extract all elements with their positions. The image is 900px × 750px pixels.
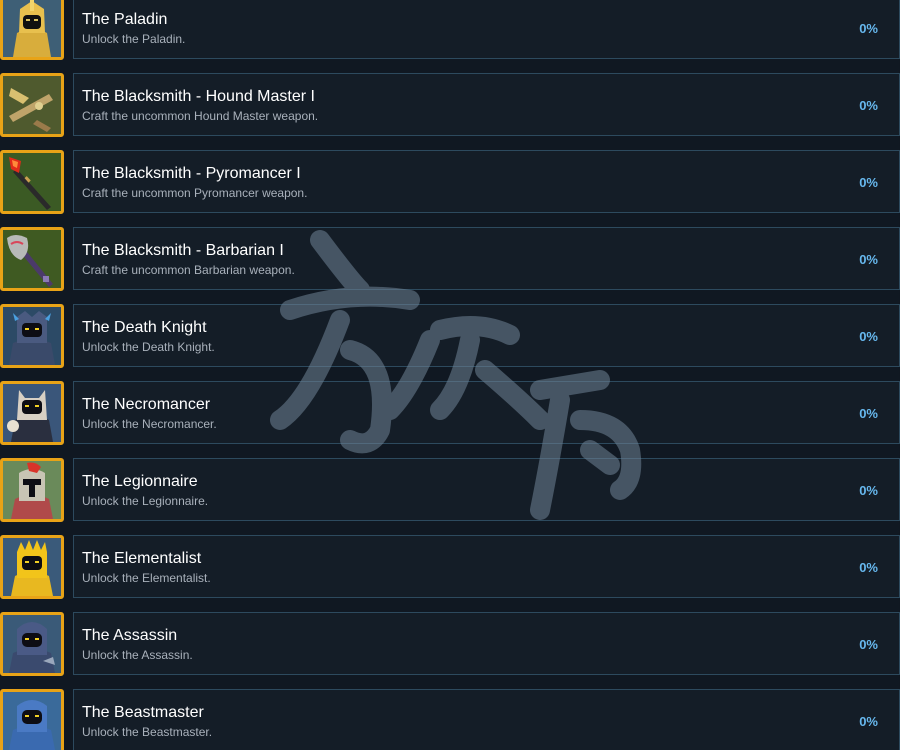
achievement-list: The Paladin Unlock the Paladin. 0% The B… xyxy=(0,0,900,750)
achievement-title: The Blacksmith - Barbarian I xyxy=(82,242,284,259)
unlock-percentage: 0% xyxy=(859,175,878,190)
elementalist-icon xyxy=(0,535,64,599)
achievement-description: Unlock the Elementalist. xyxy=(82,571,211,585)
achievement-description: Unlock the Paladin. xyxy=(82,32,186,46)
achievement-card: The Blacksmith - Hound Master I Craft th… xyxy=(73,73,900,136)
achievement-row[interactable]: The Assassin Unlock the Assassin. 0% xyxy=(0,612,900,689)
achievement-row[interactable]: The Paladin Unlock the Paladin. 0% xyxy=(0,0,900,73)
death-knight-icon xyxy=(0,304,64,368)
unlock-percentage: 0% xyxy=(859,406,878,421)
achievement-card: The Beastmaster Unlock the Beastmaster. … xyxy=(73,689,900,750)
unlock-percentage: 0% xyxy=(859,714,878,729)
achievement-title: The Blacksmith - Pyromancer I xyxy=(82,165,301,182)
achievement-title: The Beastmaster xyxy=(82,704,204,721)
unlock-percentage: 0% xyxy=(859,252,878,267)
achievement-card: The Death Knight Unlock the Death Knight… xyxy=(73,304,900,367)
achievement-description: Craft the uncommon Barbarian weapon. xyxy=(82,263,295,277)
barbarian-axe-icon xyxy=(0,227,64,291)
achievement-card: The Blacksmith - Pyromancer I Craft the … xyxy=(73,150,900,213)
unlock-percentage: 0% xyxy=(859,329,878,344)
achievement-title: The Paladin xyxy=(82,11,168,28)
achievement-card: The Assassin Unlock the Assassin. 0% xyxy=(73,612,900,675)
paladin-icon xyxy=(0,0,64,60)
unlock-percentage: 0% xyxy=(859,560,878,575)
beastmaster-icon xyxy=(0,689,64,750)
achievement-description: Craft the uncommon Hound Master weapon. xyxy=(82,109,319,123)
achievement-row[interactable]: The Blacksmith - Hound Master I Craft th… xyxy=(0,73,900,150)
pyromancer-staff-icon xyxy=(0,150,64,214)
achievement-description: Unlock the Assassin. xyxy=(82,648,193,662)
achievement-row[interactable]: The Blacksmith - Pyromancer I Craft the … xyxy=(0,150,900,227)
achievement-title: The Legionnaire xyxy=(82,473,198,490)
achievement-description: Unlock the Beastmaster. xyxy=(82,725,213,739)
achievement-row[interactable]: The Legionnaire Unlock the Legionnaire. … xyxy=(0,458,900,535)
achievement-title: The Death Knight xyxy=(82,319,207,336)
achievement-title: The Assassin xyxy=(82,627,178,644)
achievement-row[interactable]: The Blacksmith - Barbarian I Craft the u… xyxy=(0,227,900,304)
achievement-description: Unlock the Legionnaire. xyxy=(82,494,209,508)
legionnaire-icon xyxy=(0,458,64,522)
achievement-title: The Necromancer xyxy=(82,396,211,413)
unlock-percentage: 0% xyxy=(859,98,878,113)
unlock-percentage: 0% xyxy=(859,637,878,652)
achievement-description: Craft the uncommon Pyromancer weapon. xyxy=(82,186,308,200)
unlock-percentage: 0% xyxy=(859,483,878,498)
necromancer-icon xyxy=(0,381,64,445)
achievement-title: The Elementalist xyxy=(82,550,202,567)
achievement-card: The Blacksmith - Barbarian I Craft the u… xyxy=(73,227,900,290)
achievement-description: Unlock the Necromancer. xyxy=(82,417,217,431)
achievement-row[interactable]: The Elementalist Unlock the Elementalist… xyxy=(0,535,900,612)
achievement-card: The Paladin Unlock the Paladin. 0% xyxy=(73,0,900,59)
achievement-card: The Necromancer Unlock the Necromancer. … xyxy=(73,381,900,444)
achievement-card: The Elementalist Unlock the Elementalist… xyxy=(73,535,900,598)
assassin-icon xyxy=(0,612,64,676)
hound-master-weapon-icon xyxy=(0,73,64,137)
achievement-card: The Legionnaire Unlock the Legionnaire. … xyxy=(73,458,900,521)
achievement-row[interactable]: The Beastmaster Unlock the Beastmaster. … xyxy=(0,689,900,750)
achievement-description: Unlock the Death Knight. xyxy=(82,340,215,354)
unlock-percentage: 0% xyxy=(859,21,878,36)
achievement-title: The Blacksmith - Hound Master I xyxy=(82,88,315,105)
achievement-row[interactable]: The Necromancer Unlock the Necromancer. … xyxy=(0,381,900,458)
achievement-row[interactable]: The Death Knight Unlock the Death Knight… xyxy=(0,304,900,381)
